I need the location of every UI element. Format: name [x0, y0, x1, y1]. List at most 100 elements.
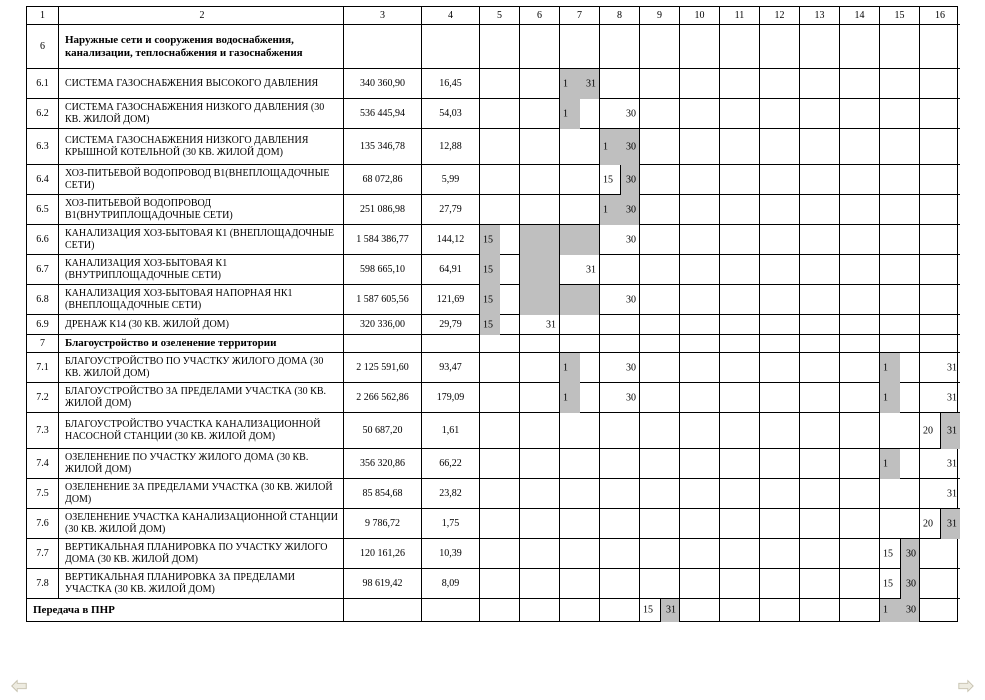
gantt-cell: 1	[880, 353, 920, 383]
row-norm: 93,47	[422, 353, 480, 383]
gantt-cell	[520, 129, 560, 165]
gantt-cell: 31	[920, 353, 960, 383]
gantt-cell	[800, 413, 840, 449]
row-name: ВЕРТИКАЛЬНАЯ ПЛАНИРОВКА ЗА ПРЕДЕЛАМИ УЧА…	[59, 569, 344, 599]
row-norm: 179,09	[422, 383, 480, 413]
gantt-cell	[560, 539, 600, 569]
row-cost: 85 854,68	[344, 479, 422, 509]
gantt-cell	[840, 539, 880, 569]
gantt-cell	[480, 353, 520, 383]
row-name: ОЗЕЛЕНЕНИЕ УЧАСТКА КАНАЛИЗАЦИОННОЙ СТАНЦ…	[59, 509, 344, 539]
gantt-cell	[600, 569, 640, 599]
gantt-cell	[880, 315, 920, 335]
row-cost: 320 336,00	[344, 315, 422, 335]
table-row: 6.1СИСТЕМА ГАЗОСНАБЖЕНИЯ ВЫСОКОГО ДАВЛЕН…	[27, 69, 957, 99]
gantt-cell	[480, 99, 520, 129]
row-norm: 12,88	[422, 129, 480, 165]
row-cost: 536 445,94	[344, 99, 422, 129]
gantt-cell: 130	[600, 195, 640, 225]
gantt-cell: 30	[600, 225, 640, 255]
gantt-cell	[640, 165, 680, 195]
gantt-cell: 31	[920, 383, 960, 413]
table-row: 6.8КАНАЛИЗАЦИЯ ХОЗ-БЫТОВАЯ НАПОРНАЯ НК1 …	[27, 285, 957, 315]
row-name: СИСТЕМА ГАЗОСНАБЖЕНИЯ НИЗКОГО ДАВЛЕНИЯ К…	[59, 129, 344, 165]
row-norm: 54,03	[422, 99, 480, 129]
gantt-cell	[640, 509, 680, 539]
gantt-cell	[800, 195, 840, 225]
row-name: СИСТЕМА ГАЗОСНАБЖЕНИЯ ВЫСОКОГО ДАВЛЕНИЯ	[59, 69, 344, 99]
gantt-cell	[880, 509, 920, 539]
gantt-cell: 1530	[880, 569, 920, 599]
col-16: 16	[920, 7, 960, 25]
gantt-cell	[720, 509, 760, 539]
row-cost: 356 320,86	[344, 449, 422, 479]
gantt-cell	[600, 315, 640, 335]
gantt-cell	[720, 539, 760, 569]
row-name: СИСТЕМА ГАЗОСНАБЖЕНИЯ НИЗКОГО ДАВЛЕНИЯ (…	[59, 99, 344, 129]
gantt-cell: 15	[480, 285, 520, 315]
next-page-button[interactable]	[957, 678, 975, 694]
gantt-cell	[880, 195, 920, 225]
table-row: 7.4ОЗЕЛЕНЕНИЕ ПО УЧАСТКУ ЖИЛОГО ДОМА (30…	[27, 449, 957, 479]
gantt-cell: 1	[560, 383, 600, 413]
gantt-cell	[520, 539, 560, 569]
row-name: ДРЕНАЖ К14 (30 КВ. ЖИЛОЙ ДОМ)	[59, 315, 344, 335]
gantt-cell	[680, 479, 720, 509]
gantt-cell	[720, 255, 760, 285]
gantt-cell	[720, 99, 760, 129]
col-1: 1	[27, 7, 59, 25]
gantt-cell	[680, 285, 720, 315]
row-norm: 16,45	[422, 69, 480, 99]
gantt-cell	[760, 383, 800, 413]
gantt-cell	[800, 315, 840, 335]
row-cost: 68 072,86	[344, 165, 422, 195]
row-cost: 1 584 386,77	[344, 225, 422, 255]
gantt-cell	[760, 509, 800, 539]
gantt-cell	[480, 195, 520, 225]
gantt-cell	[560, 449, 600, 479]
row-norm: 1,61	[422, 413, 480, 449]
gantt-cell	[520, 449, 560, 479]
gantt-cell	[760, 225, 800, 255]
gantt-cell	[720, 353, 760, 383]
row-num: 6.4	[27, 165, 59, 195]
row-cost: 598 665,10	[344, 255, 422, 285]
gantt-cell	[920, 99, 960, 129]
gantt-cell: 31	[920, 479, 960, 509]
gantt-cell	[520, 285, 560, 315]
col-7: 7	[560, 7, 600, 25]
gantt-cell	[800, 165, 840, 195]
gantt-cell: 15	[480, 225, 520, 255]
gantt-cell	[640, 195, 680, 225]
row-num: 6	[27, 25, 59, 69]
gantt-cell	[560, 165, 600, 195]
row-norm: 121,69	[422, 285, 480, 315]
gantt-cell: 1530	[600, 165, 640, 195]
gantt-cell	[760, 413, 800, 449]
row-name: ОЗЕЛЕНЕНИЕ ЗА ПРЕДЕЛАМИ УЧАСТКА (30 КВ. …	[59, 479, 344, 509]
gantt-cell	[840, 413, 880, 449]
gantt-cell	[560, 509, 600, 539]
row-norm: 29,79	[422, 315, 480, 335]
prev-page-button[interactable]	[10, 678, 28, 694]
gantt-cell	[720, 479, 760, 509]
gantt-cell	[560, 413, 600, 449]
gantt-cell	[720, 569, 760, 599]
gantt-cell	[840, 599, 880, 621]
gantt-cell	[480, 129, 520, 165]
gantt-cell	[600, 539, 640, 569]
gantt-cell	[640, 569, 680, 599]
row-cost: 135 346,78	[344, 129, 422, 165]
gantt-cell	[760, 599, 800, 621]
row-num: 7.4	[27, 449, 59, 479]
gantt-cell	[760, 129, 800, 165]
row-num: 6.7	[27, 255, 59, 285]
gantt-cell	[840, 479, 880, 509]
row-name: ХОЗ-ПИТЬЕВОЙ ВОДОПРОВОД В1(ВНЕПЛОЩАДОЧНЫ…	[59, 165, 344, 195]
row-norm: 23,82	[422, 479, 480, 509]
col-2: 2	[59, 7, 344, 25]
table-row: 6.4ХОЗ-ПИТЬЕВОЙ ВОДОПРОВОД В1(ВНЕПЛОЩАДО…	[27, 165, 957, 195]
gantt-cell	[480, 413, 520, 449]
gantt-cell	[920, 539, 960, 569]
row-cost: 340 360,90	[344, 69, 422, 99]
